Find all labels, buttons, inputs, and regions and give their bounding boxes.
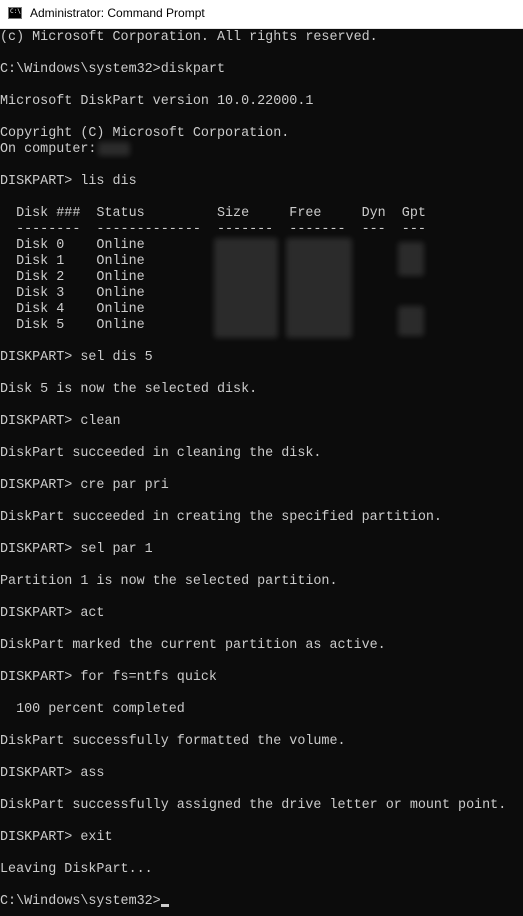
redacted-computer-name — [98, 142, 130, 156]
cmd-icon-glyph: C:\ — [10, 8, 21, 15]
console-line: DISKPART> sel dis 5 — [0, 350, 153, 365]
console-line: DiskPart successfully formatted the volu… — [0, 734, 346, 749]
cmd-app-icon[interactable]: C:\ — [8, 7, 22, 19]
console-line: DISKPART> lis dis — [0, 174, 137, 189]
console-line: DISKPART> cre par pri — [0, 478, 169, 493]
console-line: Disk ### Status Size Free Dyn Gpt — [0, 206, 426, 221]
console-line: C:\Windows\system32> — [0, 894, 169, 910]
console-line: Disk 3 Online — [0, 286, 145, 301]
console-line: Microsoft DiskPart version 10.0.22000.1 — [0, 94, 314, 109]
console-line: DiskPart marked the current partition as… — [0, 638, 386, 653]
console-line: DISKPART> ass — [0, 766, 105, 781]
redacted-disk-free — [286, 238, 352, 338]
console-line: Copyright (C) Microsoft Corporation. — [0, 126, 290, 141]
redacted-disk-sizes — [214, 238, 278, 338]
redacted-disk-gpt-2 — [398, 306, 424, 336]
console-line: Disk 5 is now the selected disk. — [0, 382, 258, 397]
console-line: DiskPart succeeded in creating the speci… — [0, 510, 442, 525]
console-line: Partition 1 is now the selected partitio… — [0, 574, 338, 589]
redacted-disk-gpt — [398, 242, 424, 276]
console-line: 100 percent completed — [0, 702, 185, 717]
title-bar[interactable]: C:\ Administrator: Command Prompt — [0, 0, 523, 29]
console-line: DiskPart successfully assigned the drive… — [0, 798, 507, 813]
console-line: -------- ------------- ------- ------- -… — [0, 222, 426, 237]
console-line: Disk 1 Online — [0, 254, 145, 269]
console-line: DiskPart succeeded in cleaning the disk. — [0, 446, 322, 461]
console-line: DISKPART> clean — [0, 414, 121, 429]
command-prompt-window: C:\ Administrator: Command Prompt C:\Win… — [0, 0, 523, 916]
console-line: Disk 0 Online — [0, 238, 145, 253]
window-title: Administrator: Command Prompt — [30, 6, 205, 20]
console-line: On computer: — [0, 142, 105, 157]
console-line: Leaving DiskPart... — [0, 862, 153, 877]
text-cursor — [160, 904, 169, 907]
console-line: Disk 5 Online — [0, 318, 145, 333]
console-line: Disk 4 Online — [0, 302, 145, 317]
console-line: DISKPART> for fs=ntfs quick — [0, 670, 217, 685]
console-line: DISKPART> exit — [0, 830, 113, 845]
console-output[interactable]: C:\Windows\system32> Leaving DiskPart... D… — [0, 28, 523, 916]
console-line: (c) Microsoft Corporation. All rights re… — [0, 30, 378, 45]
console-line: DISKPART> sel par 1 — [0, 542, 153, 557]
console-line: DISKPART> act — [0, 606, 105, 621]
console-line: C:\Windows\system32>diskpart — [0, 62, 225, 77]
console-line: Disk 2 Online — [0, 270, 145, 285]
